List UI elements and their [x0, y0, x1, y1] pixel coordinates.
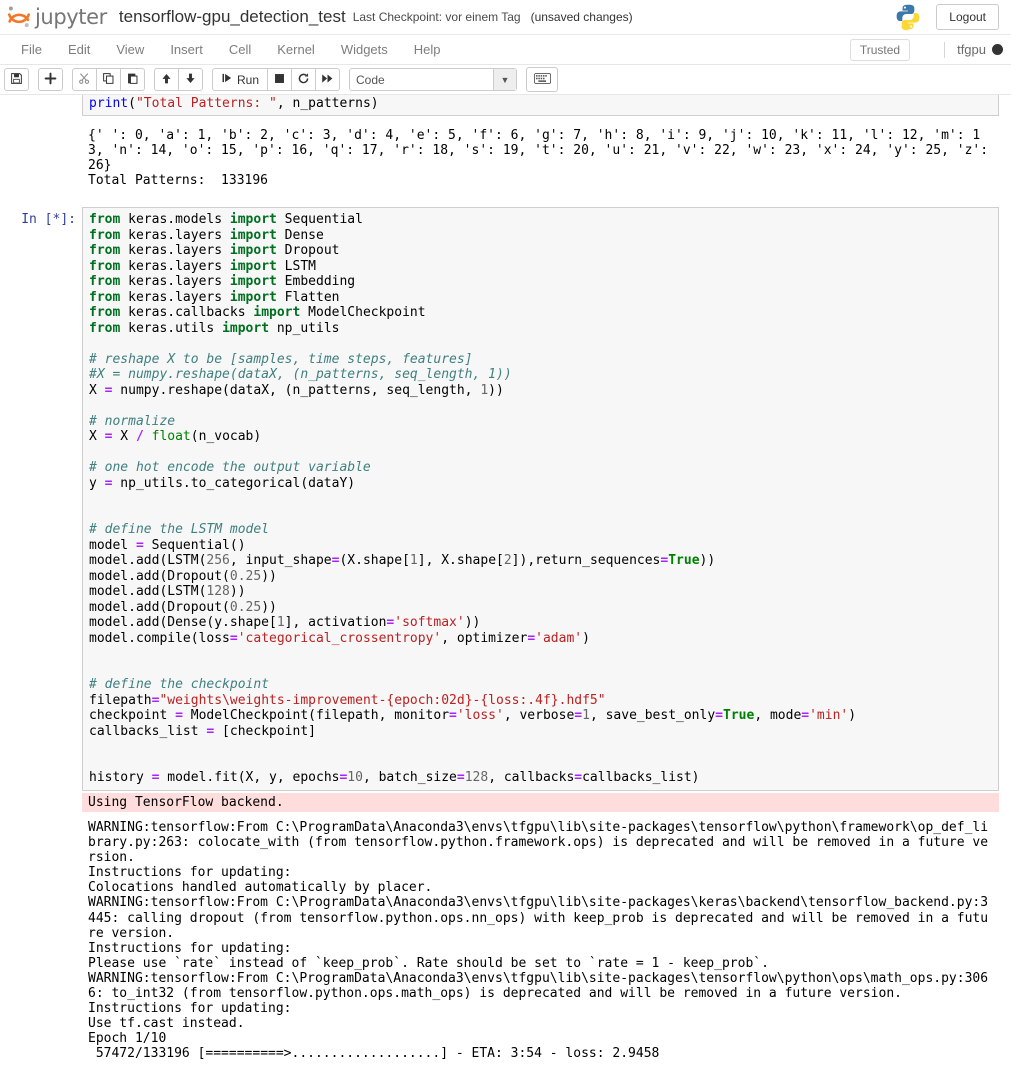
previous-output-row: {' ': 0, 'a': 1, 'b': 2, 'c': 3, 'd': 4,…: [0, 126, 1011, 190]
paste-button[interactable]: [120, 68, 145, 91]
input-prompt: In [*]:: [21, 212, 76, 228]
arrow-up-icon: [160, 72, 173, 88]
save-button[interactable]: [4, 68, 29, 91]
stdout-prompt-empty: [0, 818, 82, 823]
notebook-body: n_patterns = len(dataX) print("Total Pat…: [0, 95, 1011, 1064]
menu-item-file[interactable]: File: [8, 38, 55, 61]
stderr-output-row: Using TensorFlow backend.: [0, 792, 1011, 812]
run-play-icon: [221, 72, 233, 87]
scissors-icon: [78, 72, 91, 88]
menu-item-help[interactable]: Help: [401, 38, 454, 61]
menubar-divider: [944, 41, 946, 58]
menu-item-insert[interactable]: Insert: [157, 38, 216, 61]
move-cell-up-button[interactable]: [154, 68, 179, 91]
unsaved-changes-text: (unsaved changes): [530, 10, 633, 24]
kernel-name-label: tfgpu: [957, 42, 986, 57]
cell-type-value: Code: [356, 72, 385, 87]
stop-square-icon: [273, 72, 286, 88]
stderr-prompt-empty: [0, 793, 82, 798]
menu-item-kernel[interactable]: Kernel: [264, 38, 328, 61]
clipped-code-cell[interactable]: n_patterns = len(dataX) print("Total Pat…: [82, 95, 999, 116]
chevron-down-icon[interactable]: ▼: [493, 69, 517, 90]
interrupt-kernel-button[interactable]: [267, 68, 293, 91]
restart-kernel-button[interactable]: [291, 68, 317, 91]
run-button-label: Run: [237, 72, 260, 87]
toolbar-group-save: [4, 68, 29, 91]
insert-cell-below-button[interactable]: [38, 68, 63, 91]
keyboard-icon: [533, 71, 551, 89]
run-cell-button[interactable]: Run: [212, 68, 269, 91]
stderr-output-text: Using TensorFlow backend.: [88, 794, 284, 810]
active-code-cell[interactable]: In [*]: from keras.models import Sequent…: [0, 207, 1011, 791]
cut-button[interactable]: [72, 68, 97, 91]
fast-forward-icon: [321, 72, 334, 88]
save-disk-icon: [10, 72, 23, 88]
toolbar-group-insert: [38, 68, 63, 91]
menu-item-view[interactable]: View: [103, 38, 157, 61]
copy-button[interactable]: [96, 68, 121, 91]
header-right-group: Logout: [894, 3, 999, 31]
menu-bar: File Edit View Insert Cell Kernel Widget…: [0, 35, 1011, 65]
paste-icon: [126, 72, 139, 88]
clipped-code-source: n_patterns = len(dataX) print("Total Pat…: [89, 95, 379, 111]
kernel-busy-circle-icon[interactable]: [992, 44, 1003, 55]
stderr-output-area: Using TensorFlow backend.: [82, 792, 999, 812]
toolbar-group-run: Run: [212, 68, 341, 91]
output-prompt-empty: [0, 126, 82, 131]
move-cell-down-button[interactable]: [178, 68, 203, 91]
trusted-indicator[interactable]: Trusted: [849, 38, 911, 61]
notebook-toolbar: Run Code ▼: [0, 65, 1011, 95]
jupyter-logo[interactable]: jupyter: [6, 4, 107, 30]
toolbar-group-move: [154, 68, 203, 91]
menu-item-widgets[interactable]: Widgets: [328, 38, 401, 61]
menu-item-cell[interactable]: Cell: [216, 38, 264, 61]
last-checkpoint-text: Last Checkpoint: vor einem Tag: [352, 10, 521, 24]
menubar-right-group: Trusted tfgpu: [849, 38, 1003, 61]
copy-icon: [102, 72, 115, 88]
plus-icon: [44, 72, 57, 88]
previous-output-area: {' ': 0, 'a': 1, 'b': 2, 'c': 3, 'd': 4,…: [82, 126, 999, 190]
restart-and-run-all-button[interactable]: [315, 68, 341, 91]
previous-output-text: {' ': 0, 'a': 1, 'b': 2, 'c': 3, 'd': 4,…: [88, 128, 989, 189]
jupyter-logo-icon: [6, 4, 32, 30]
command-palette-button[interactable]: [526, 67, 559, 92]
cell-type-select[interactable]: Code ▼: [349, 68, 518, 91]
jupyter-logo-text: jupyter: [35, 5, 107, 29]
code-source: from keras.models import Sequential from…: [89, 212, 857, 786]
logout-button[interactable]: Logout: [936, 4, 999, 30]
toolbar-group-clipboard: [72, 68, 145, 91]
restart-circle-icon: [297, 72, 310, 88]
stdout-output-row: WARNING:tensorflow:From C:\ProgramData\A…: [0, 818, 1011, 1064]
menu-item-edit[interactable]: Edit: [55, 38, 103, 61]
notebook-title[interactable]: tensorflow-gpu_detection_test: [119, 7, 346, 27]
stdout-output-area: WARNING:tensorflow:From C:\ProgramData\A…: [82, 818, 999, 1064]
notebook-header: jupyter tensorflow-gpu_detection_test La…: [0, 0, 1011, 35]
code-editor[interactable]: from keras.models import Sequential from…: [82, 207, 999, 791]
arrow-down-icon: [184, 72, 197, 88]
stdout-output-text: WARNING:tensorflow:From C:\ProgramData\A…: [88, 819, 989, 1062]
python-logo-icon: [894, 3, 922, 31]
